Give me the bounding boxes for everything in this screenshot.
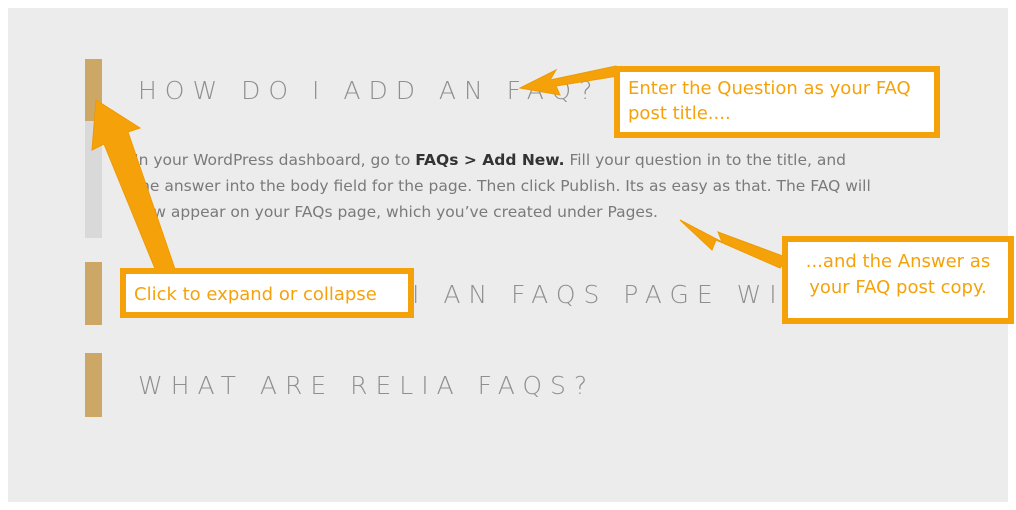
arrow-to-title (518, 65, 619, 96)
callout-answer: ...and the Answer as your FAQ post copy. (782, 236, 1014, 324)
callout-question: Enter the Question as your FAQ post titl… (614, 66, 940, 138)
arrow-to-answer (679, 219, 789, 269)
callout-toggle: Click to expand or collapse (120, 268, 414, 318)
arrow-to-toggle (91, 99, 177, 277)
